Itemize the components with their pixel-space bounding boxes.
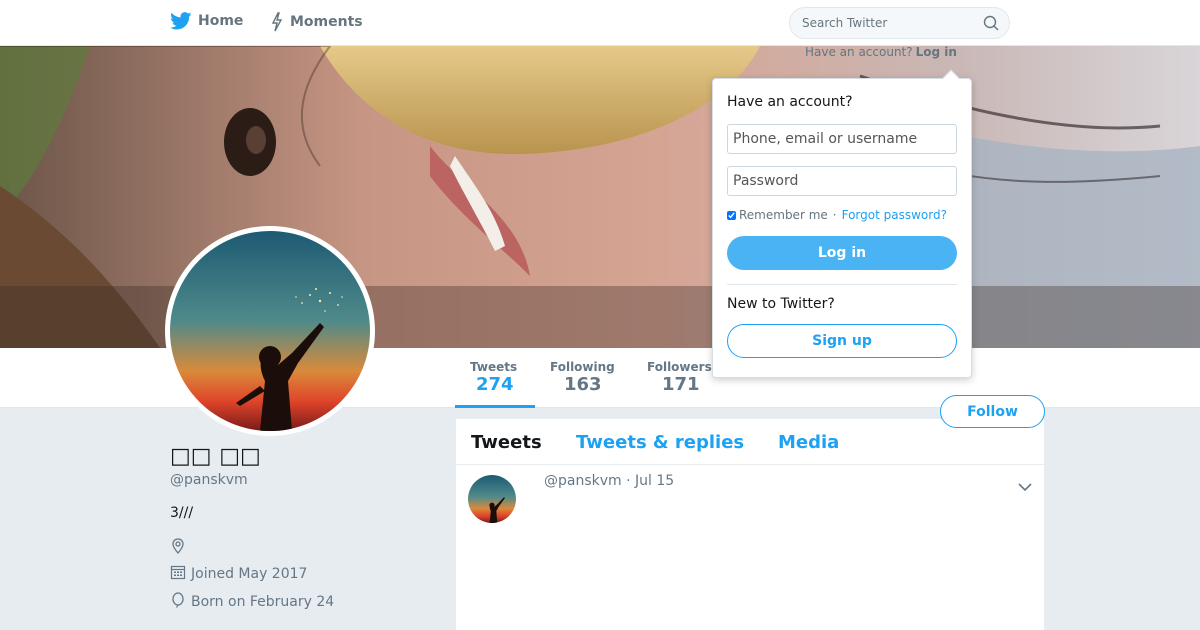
profile-name: □□ □□: [170, 444, 261, 469]
tab-media[interactable]: Media: [778, 432, 839, 453]
stat-label: Following: [550, 360, 615, 374]
tweet-avatar[interactable]: [468, 475, 516, 523]
login-dropdown: Have an account? Remember me · Forgot pa…: [712, 69, 972, 378]
nav-moments[interactable]: Moments: [270, 12, 363, 32]
stat-value: 274: [476, 374, 514, 395]
tab-tweets-replies[interactable]: Tweets & replies: [576, 432, 744, 453]
profile-handle: @panskvm: [170, 472, 248, 488]
username-field[interactable]: [727, 124, 957, 154]
stat-label: Followers: [647, 360, 712, 374]
timeline: Tweets Tweets & replies Media @panskvm ·…: [456, 419, 1044, 630]
signup-button[interactable]: Sign up: [727, 324, 957, 358]
active-stat-underline: [455, 405, 535, 408]
joined-text: Joined May 2017: [191, 566, 308, 582]
follow-button[interactable]: Follow: [940, 395, 1045, 428]
profile-born: Born on February 24: [170, 592, 334, 612]
stat-value: 163: [564, 374, 602, 395]
login-link[interactable]: Log in: [916, 45, 957, 59]
profile-joined: Joined May 2017: [170, 564, 307, 584]
magnifier-icon[interactable]: [983, 15, 999, 35]
stat-value: 171: [662, 374, 700, 395]
stat-label: Tweets: [470, 360, 518, 374]
profile-bio: 3///: [170, 505, 194, 521]
tweet-handle[interactable]: @panskvm: [544, 473, 622, 489]
nav-home[interactable]: Home: [170, 12, 243, 30]
stat-following[interactable]: Following 163: [550, 360, 615, 396]
born-text: Born on February 24: [191, 594, 335, 610]
top-nav-bar: Home Moments: [0, 0, 1200, 46]
bird-icon: [170, 12, 192, 30]
search-input[interactable]: [802, 8, 972, 38]
tab-tweets[interactable]: Tweets: [471, 432, 542, 453]
password-field[interactable]: [727, 166, 957, 196]
new-to-twitter-text: New to Twitter?: [727, 296, 835, 312]
remember-separator: ·: [832, 208, 837, 222]
balloon-icon: [170, 592, 186, 612]
chevron-down-icon[interactable]: [1018, 477, 1032, 496]
have-account-text: Have an account?: [805, 45, 913, 59]
calendar-icon: [170, 564, 186, 584]
have-account-hint: Have an account? Log in: [805, 45, 957, 59]
profile-avatar[interactable]: [165, 226, 375, 436]
divider: [727, 284, 957, 285]
tweet-date[interactable]: Jul 15: [635, 473, 674, 489]
remember-me-label[interactable]: Remember me: [739, 208, 828, 222]
tweet-separator: ·: [626, 473, 631, 489]
tweet-item[interactable]: @panskvm · Jul 15: [456, 465, 1044, 625]
nav-home-label: Home: [198, 13, 244, 29]
stat-followers[interactable]: Followers 171: [647, 360, 712, 396]
remember-row: Remember me · Forgot password?: [727, 208, 947, 222]
lightning-icon: [270, 12, 284, 32]
tweet-header: @panskvm · Jul 15: [544, 473, 674, 489]
forgot-password-link[interactable]: Forgot password?: [842, 208, 947, 222]
login-button[interactable]: Log in: [727, 236, 957, 270]
search-box: [789, 7, 1010, 39]
nav-moments-label: Moments: [290, 14, 363, 30]
location-pin-icon: [170, 538, 186, 558]
login-dropdown-title: Have an account?: [727, 94, 853, 110]
stat-tweets[interactable]: Tweets 274: [470, 360, 517, 396]
profile-location: [170, 538, 191, 558]
remember-me-checkbox[interactable]: [727, 210, 736, 220]
